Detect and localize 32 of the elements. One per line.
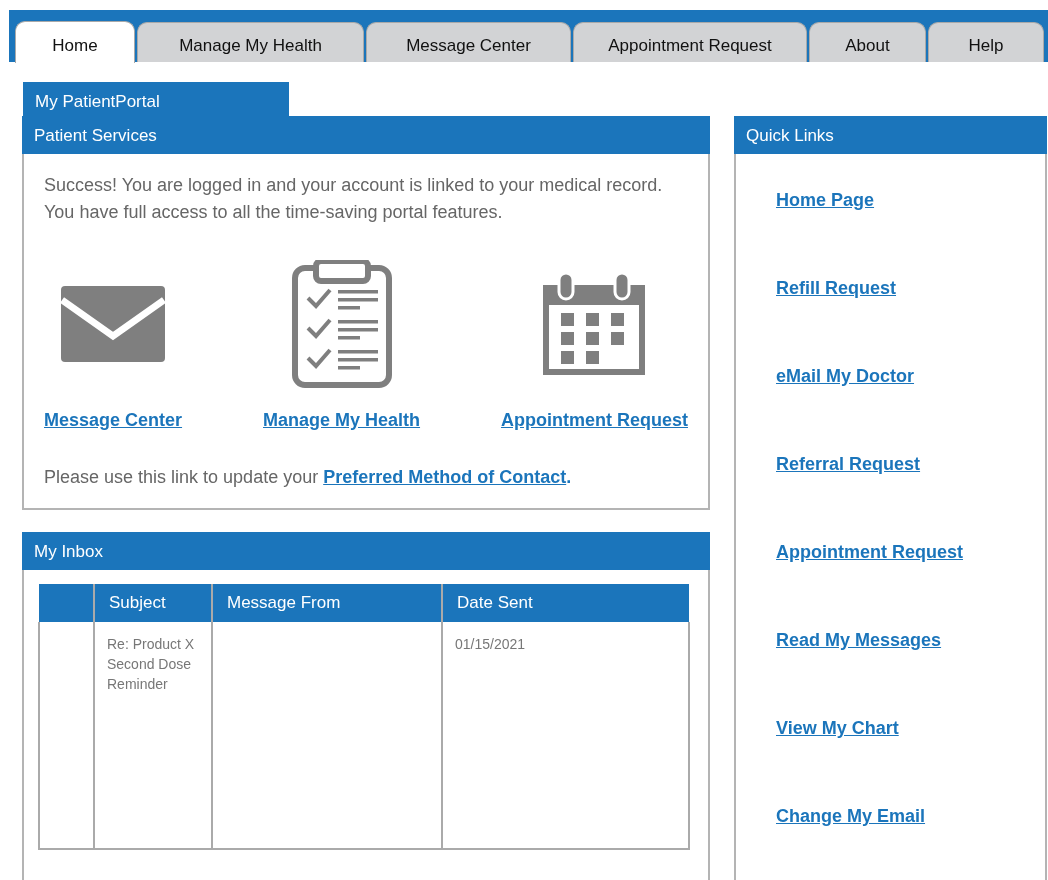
shortcut-link[interactable]: Message Center <box>44 410 183 431</box>
status-message: Success! You are logged in and your account is linked to your medical record. You have full access to all the time-saving portal features. <box>44 174 664 224</box>
quick-link[interactable]: Appointment Request <box>776 542 963 563</box>
quick-link[interactable]: View My Chart <box>776 718 899 739</box>
column-header: Date Sent <box>442 584 689 622</box>
nav-tab[interactable]: Home <box>15 21 135 63</box>
message-row[interactable]: Re: Product X Second Dose Reminder 01/15/2021 <box>39 622 689 849</box>
nav-tab[interactable]: Appointment Request <box>573 22 807 62</box>
panel-title: Patient Services <box>22 116 710 154</box>
panel-title: My Inbox <box>22 532 710 570</box>
contact-method-link[interactable]: Preferred Method of Contact <box>323 467 567 487</box>
quick-link[interactable]: Read My Messages <box>776 630 942 651</box>
shortcut-link[interactable]: Manage My Health <box>263 410 421 431</box>
quick-link[interactable]: Change My Email <box>776 806 926 827</box>
panel-title: Quick Links <box>734 116 1047 154</box>
quick-link[interactable]: Referral Request <box>776 454 921 475</box>
quick-link[interactable]: Home Page <box>776 190 875 211</box>
nav-tab[interactable]: Message Center <box>366 22 571 62</box>
quick-link[interactable]: eMail My Doctor <box>776 366 915 387</box>
contact-sentence: Please use this link to update your Preferred Method of Contact. <box>44 467 573 488</box>
nav-tab[interactable]: Manage My Health <box>137 22 364 62</box>
date-text: 01/15/2021 <box>455 636 526 652</box>
envelope-icon <box>61 286 166 362</box>
shortcut-link[interactable]: Appointment Request <box>501 410 688 431</box>
quick-link[interactable]: Refill Request <box>776 278 897 299</box>
nav-tab[interactable]: Help <box>928 22 1044 62</box>
column-header: Message From <box>212 584 442 622</box>
column-header: Subject <box>94 584 212 622</box>
subject-text: Re: Product X Second Dose Reminder <box>107 636 195 692</box>
calendar-icon <box>543 273 646 375</box>
clipboard-checklist-icon <box>291 260 392 388</box>
nav-tab[interactable]: About <box>809 22 926 62</box>
